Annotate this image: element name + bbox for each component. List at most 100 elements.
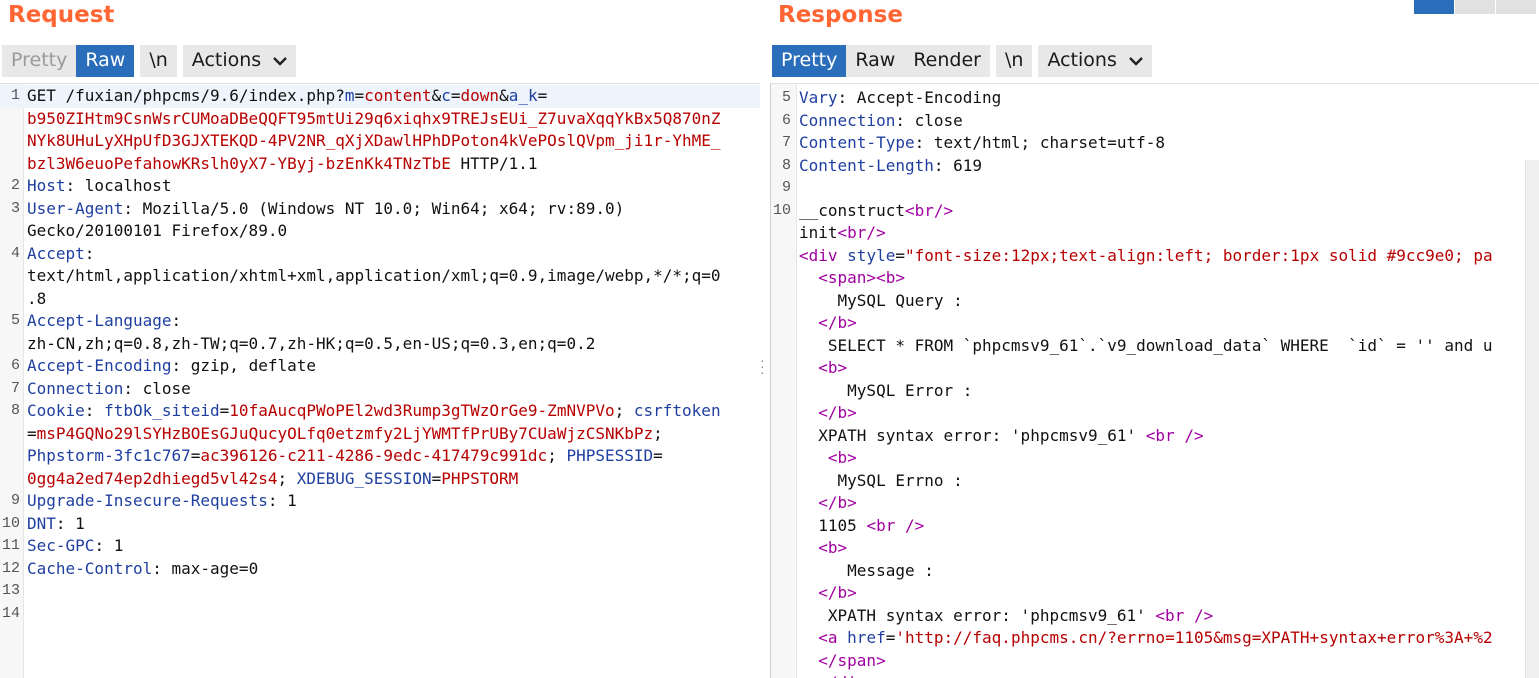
line-text: b950ZIHtm9CsnWsrCUMoaDBeQQFT95mtUi29q6xi… [27,108,721,131]
code-line: SELECT * FROM `phpcmsv9_61`.`v9_download… [771,335,1539,358]
response-actions-button[interactable]: Actions [1038,45,1152,77]
code-token: : text/html; charset=utf-8 [914,133,1166,152]
code-token: ac396126-c211-4286-9edc-417479c991dc [200,446,548,465]
code-line: 9 [771,177,1539,200]
line-text: <b> [799,447,857,470]
response-raw-button[interactable]: Raw [846,45,904,77]
line-number: 9 [10,492,20,509]
line-number: 12 [1,559,20,577]
response-editor[interactable]: 5 Vary: Accept-Encoding 6 Connection: close… [770,83,1539,678]
layout-top-bottom-button[interactable] [1455,0,1495,14]
code-line: 9 Upgrade-Insecure-Requests: 1 [0,490,760,513]
line-number: 1 [10,87,20,104]
code-token: Upgrade-Insecure-Requests [27,491,268,510]
code-token: Connection [799,110,896,130]
line-number: 8 [10,402,20,419]
splitter-handle-icon[interactable]: · · · [760,353,766,379]
code-token: down [460,86,500,105]
request-newline-toggle[interactable]: \n [140,45,177,77]
line-number: 14 [1,604,20,622]
request-toolbar: Pretty Raw \n Actions [2,45,297,77]
response-scrollbar[interactable] [1525,160,1539,678]
code-token: XPATH syntax error: 'phpcmsv9_61' [799,425,1146,445]
code-token: : gzip, deflate [171,356,317,375]
code-line: </b> [771,402,1539,425]
code-token: m [344,86,355,105]
code-token: = [885,628,896,647]
code-token: Cookie [27,401,85,420]
code-token: style [847,245,896,265]
line-number: 6 [781,111,791,129]
response-render-button[interactable]: Render [904,45,990,77]
code-token: ; [653,423,663,443]
request-actions-button[interactable]: Actions [182,45,297,77]
response-newline-toggle[interactable]: \n [995,45,1033,77]
code-line: 10 DNT: 1 [0,513,760,536]
code-token: : [84,243,95,263]
line-text: Content-Type: text/html; charset=utf-8 [799,132,1165,155]
code-token: = [27,423,37,443]
code-token: Message : [799,560,934,580]
line-text: </b> [799,582,857,605]
code-token: <br /> [1145,425,1204,445]
code-line: 3 User-Agent: Mozilla/5.0 (Windows NT 10.… [0,198,760,221]
code-token: = [431,468,442,488]
line-text: Sec-GPC: 1 [27,535,123,558]
layout-tabs-button[interactable] [1496,0,1536,14]
request-pane: Request Pretty Raw \n Actions 1 GET /fuxi… [0,0,760,678]
code-line: <span><b> [771,267,1539,290]
line-text: 0gg4a2ed74ep2dhiegd5vl42s4; XDEBUG_SESSI… [27,468,518,491]
code-line: 5 Accept-Language: [0,310,760,333]
line-text: </b> [799,492,857,515]
request-pretty-button[interactable]: Pretty [2,45,76,77]
line-text: Message : [799,560,934,583]
code-line: Gecko/20100101 Firefox/89.0 [0,220,760,243]
code-line: 4 Accept: [0,243,760,266]
code-line: 7 Content-Type: text/html; charset=utf-8 [771,132,1539,155]
code-token: Content-Length [799,155,934,175]
line-number: 3 [10,199,20,217]
code-token: Cache-Control [27,558,153,578]
code-line: <div style="font-size:12px;text-align:le… [771,245,1539,268]
code-token: Host [27,176,66,195]
code-token: <br/> [837,223,886,242]
code-token: <br /> [866,515,925,535]
code-token: </div> [818,673,876,678]
code-line: <a href='http://faq.phpcms.cn/?errno=110… [771,627,1539,650]
code-token: : close [123,378,191,398]
line-text: __construct<br/> [799,200,953,223]
layout-switcher [1413,0,1536,14]
line-text: Accept: [27,243,94,266]
line-number: 4 [10,244,20,262]
code-token: <br/> [904,200,954,220]
code-token: Accept [27,243,85,263]
code-token: NYk8UHuLyXHpUfD3GJXTEKQD-4PV2NR_qXjXDawl… [27,131,721,150]
code-token: HTTP/1.1 [450,153,538,173]
code-token: SELECT * FROM `phpcmsv9_61`.`v9_download… [799,335,1493,355]
response-view-toggle: Pretty Raw Render [772,45,990,77]
response-pretty-button[interactable]: Pretty [772,45,847,77]
line-number: 2 [10,177,20,194]
code-line: MySQL Query : [771,290,1539,313]
code-token: & [499,86,509,105]
line-text: </b> [799,402,857,425]
line-text: <a href='http://faq.phpcms.cn/?errno=110… [799,627,1492,650]
code-line: 11 Sec-GPC: 1 [0,535,760,558]
pane-splitter[interactable] [760,0,770,678]
layout-side-by-side-button[interactable] [1414,0,1454,14]
line-number: 10 [1,514,20,532]
request-editor[interactable]: 1 GET /fuxian/phpcms/9.6/index.php?m=cont… [0,83,760,678]
line-text: MySQL Query : [799,290,963,313]
code-token: XPATH syntax error: 'phpcmsv9_61' [799,605,1156,625]
request-raw-button[interactable]: Raw [76,45,135,77]
code-token: <span><b> [818,268,905,287]
code-token: MySQL Query : [799,290,963,310]
code-line: 7 Connection: close [0,378,760,401]
code-token: <br /> [1155,605,1214,625]
